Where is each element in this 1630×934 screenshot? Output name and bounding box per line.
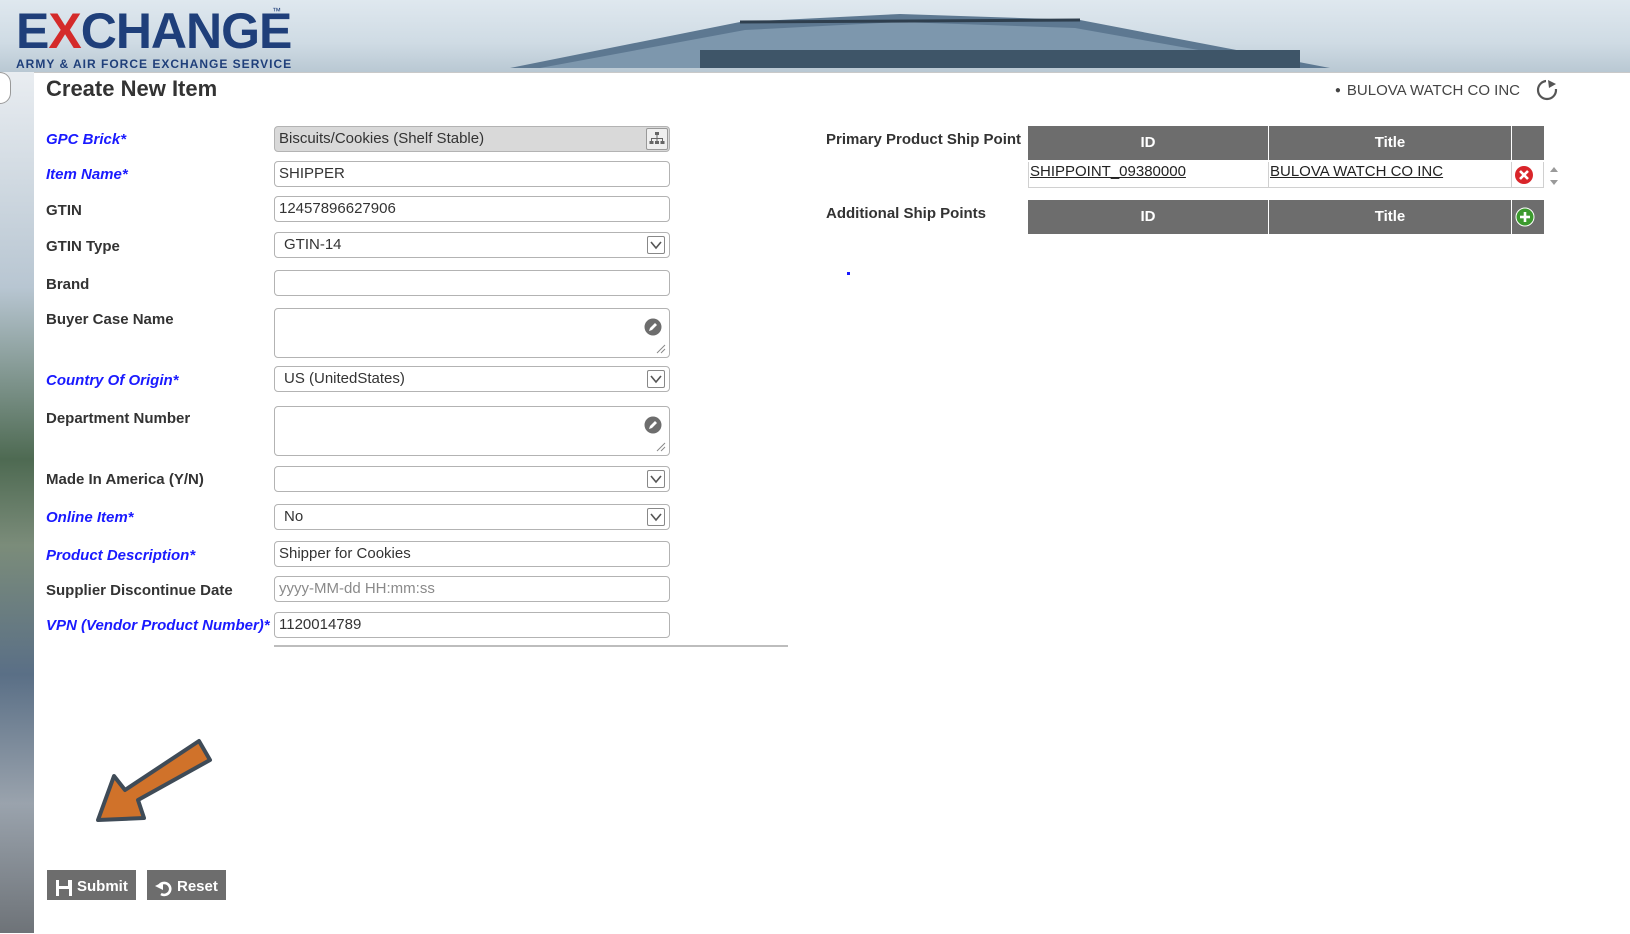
resize-handle-icon[interactable] <box>656 344 666 354</box>
resize-handle-icon[interactable] <box>656 442 666 452</box>
background-photo-strip <box>0 72 34 933</box>
brand-label: Brand <box>46 276 90 293</box>
online-item-select[interactable]: No <box>274 504 670 530</box>
buyer-case-name-label: Buyer Case Name <box>46 311 174 328</box>
submit-button[interactable]: Submit <box>47 870 136 900</box>
chevron-down-icon[interactable] <box>647 508 665 526</box>
organization-indicator: ● BULOVA WATCH CO INC <box>1335 82 1520 99</box>
primary-ship-point-label: Primary Product Ship Point <box>826 131 1022 148</box>
annotation-arrow-icon <box>96 739 212 822</box>
item-name-input[interactable]: SHIPPER <box>274 161 670 187</box>
gtin-type-value: GTIN-14 <box>284 236 342 253</box>
pencil-icon[interactable] <box>644 318 662 336</box>
online-item-value: No <box>284 508 304 525</box>
department-number-label: Department Number <box>46 410 191 427</box>
undo-icon <box>155 881 172 897</box>
made-in-america-label: Made In America (Y/N) <box>46 471 204 488</box>
chevron-down-icon[interactable] <box>647 370 665 388</box>
ship-point-title-link[interactable]: BULOVA WATCH CO INC <box>1270 163 1443 180</box>
additional-grid-header-title[interactable]: Title <box>1269 200 1512 234</box>
organization-name: BULOVA WATCH CO INC <box>1346 82 1520 99</box>
gpc-brick-label: GPC Brick* <box>46 131 127 148</box>
supplier-discontinue-date-label: Supplier Discontinue Date <box>46 582 233 599</box>
country-of-origin-label: Country Of Origin* <box>46 372 179 389</box>
ship-point-id-link[interactable]: SHIPPOINT_09380000 <box>1030 163 1186 180</box>
primary-grid-header-actions <box>1512 126 1544 160</box>
vpn-input[interactable]: 1120014789 <box>274 612 670 638</box>
floppy-disk-icon <box>56 880 72 896</box>
dot-mark <box>847 272 850 275</box>
hierarchy-picker-icon[interactable] <box>646 128 668 150</box>
country-of-origin-select[interactable]: US (UnitedStates) <box>274 366 670 392</box>
primary-grid-header-title[interactable]: Title <box>1269 126 1512 160</box>
gtin-type-label: GTIN Type <box>46 238 120 255</box>
bullet-icon: ● <box>1334 85 1341 96</box>
gtin-input[interactable]: 12457896627906 <box>274 196 670 222</box>
table-row-cell-title[interactable]: BULOVA WATCH CO INC <box>1269 162 1512 188</box>
logo-subtitle: ARMY & AIR FORCE EXCHANGE SERVICE <box>16 57 293 71</box>
made-in-america-select[interactable] <box>274 466 670 492</box>
additional-ship-points-label: Additional Ship Points <box>826 205 986 222</box>
gpc-brick-value: Biscuits/Cookies (Shelf Stable) <box>279 130 485 147</box>
department-number-textarea[interactable] <box>274 406 670 456</box>
page-title: Create New Item <box>46 76 218 101</box>
online-item-label: Online Item* <box>46 509 134 526</box>
product-description-label: Product Description* <box>46 547 196 564</box>
gtin-type-select[interactable]: GTIN-14 <box>274 232 670 258</box>
reset-button[interactable]: Reset <box>147 870 226 900</box>
add-icon[interactable] <box>1515 207 1535 227</box>
table-row-cell-id[interactable]: SHIPPOINT_09380000 <box>1028 162 1269 188</box>
submit-label: Submit <box>77 878 128 895</box>
vpn-label: VPN (Vendor Product Number)* <box>46 617 270 634</box>
primary-grid-header-id[interactable]: ID <box>1028 126 1269 160</box>
refresh-icon[interactable] <box>1535 78 1559 102</box>
additional-grid-header-id[interactable]: ID <box>1028 200 1269 234</box>
exchange-logo[interactable]: EXCHANGE ARMY & AIR FORCE EXCHANGE SERVI… <box>16 6 292 71</box>
chevron-down-icon[interactable] <box>647 470 665 488</box>
logo-word: EXCHANGE <box>16 3 292 59</box>
table-row-cell-action <box>1512 162 1544 188</box>
header-banner: EXCHANGE ARMY & AIR FORCE EXCHANGE SERVI… <box>0 0 1630 72</box>
gtin-label: GTIN <box>46 202 82 219</box>
gpc-brick-field[interactable]: Biscuits/Cookies (Shelf Stable) <box>274 126 670 152</box>
brand-input[interactable] <box>274 270 670 296</box>
item-name-label: Item Name* <box>46 166 128 183</box>
supplier-discontinue-date-input[interactable]: yyyy-MM-dd HH:mm:ss <box>274 576 670 602</box>
pencil-icon[interactable] <box>644 416 662 434</box>
additional-grid-header-actions <box>1512 200 1544 234</box>
country-of-origin-value: US (UnitedStates) <box>284 370 405 387</box>
reset-label: Reset <box>177 878 218 895</box>
product-description-input[interactable]: Shipper for Cookies <box>274 541 670 567</box>
logo-trademark: ™ <box>272 6 281 16</box>
scroll-arrows-icon[interactable] <box>1547 163 1561 189</box>
buyer-case-name-textarea[interactable] <box>274 308 670 358</box>
chevron-down-icon[interactable] <box>647 236 665 254</box>
remove-icon[interactable] <box>1514 165 1534 185</box>
form-divider <box>274 645 788 647</box>
